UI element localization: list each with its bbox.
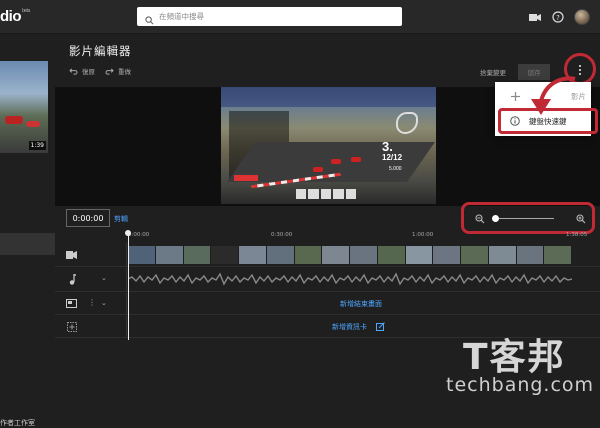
- hud-lap: 3.: [382, 139, 393, 154]
- svg-text:?: ?: [556, 14, 560, 22]
- watermark-en: techbang.com: [446, 374, 595, 396]
- plus-icon: [510, 91, 520, 101]
- sidebar: 1:39 作者工作室: [0, 35, 55, 427]
- playhead[interactable]: [128, 232, 129, 340]
- video-track: [55, 243, 600, 267]
- sidebar-item-editor[interactable]: [0, 233, 55, 255]
- timeline: 0:00:00 0:30:00 1:00:00 1:38:05 ⌄ ⋮ ⌄ 新增…: [55, 232, 600, 342]
- edit-icon[interactable]: [376, 322, 385, 331]
- current-time-field[interactable]: 0:00:00: [66, 209, 110, 227]
- ruler-label: 0:30:00: [271, 232, 293, 238]
- watermark: T客邦 techbang.com: [440, 328, 600, 400]
- music-note-icon: [66, 274, 77, 285]
- redo-icon: [105, 68, 114, 75]
- undo-icon: [69, 68, 78, 75]
- search-icon: [145, 10, 154, 29]
- discard-button[interactable]: 捨棄變更: [480, 67, 506, 77]
- curved-arrow-icon: [531, 76, 576, 115]
- video-clip[interactable]: [128, 246, 572, 264]
- add-end-screen-link[interactable]: 新增結束畫面: [340, 299, 382, 309]
- more-vert-icon[interactable]: ⋮: [88, 298, 96, 307]
- ruler-label: 1:38:05: [566, 232, 588, 238]
- timeline-ruler[interactable]: 0:00:00 0:30:00 1:00:00 1:38:05: [128, 232, 600, 242]
- zoom-out-icon: [475, 214, 485, 224]
- zoom-slider-handle[interactable]: [492, 215, 499, 222]
- hud-position: 12/12: [382, 153, 403, 162]
- video-track-icon: [66, 249, 77, 260]
- ruler-label: 1:00:00: [412, 232, 434, 238]
- logo-text: dio: [0, 8, 22, 25]
- add-info-card-link[interactable]: 新增資訊卡: [332, 322, 367, 332]
- redo-button[interactable]: 重做: [105, 66, 131, 76]
- zoom-slider-track[interactable]: [494, 218, 554, 219]
- zoom-in-icon: [576, 214, 586, 224]
- redo-label: 重做: [118, 68, 131, 76]
- search-input[interactable]: [159, 8, 389, 25]
- audio-waveform[interactable]: [128, 272, 572, 286]
- thumbnail-duration: 1:39: [28, 141, 46, 150]
- studio-logo[interactable]: diobeta: [0, 8, 30, 25]
- help-icon[interactable]: ?: [551, 10, 565, 24]
- search-box[interactable]: [137, 7, 402, 26]
- zoom-control[interactable]: [475, 213, 587, 225]
- playhead-handle[interactable]: [125, 230, 131, 236]
- info-card-icon: [66, 321, 77, 332]
- video-thumbnail[interactable]: 1:39: [0, 61, 48, 153]
- ruler-label: 0:00:00: [128, 232, 150, 238]
- end-screen-icon: [66, 298, 77, 309]
- create-video-icon[interactable]: [528, 10, 542, 24]
- video-frame: 3. 12/12 5.000: [221, 87, 436, 204]
- chevron-down-icon[interactable]: ⌄: [101, 274, 107, 282]
- undo-label: 復原: [82, 68, 95, 76]
- avatar[interactable]: [574, 9, 590, 25]
- end-screen-track: ⋮ ⌄ 新增結束畫面: [55, 293, 600, 315]
- page-title: 影片編輯器: [69, 44, 132, 58]
- sidebar-footer-link[interactable]: 作者工作室: [0, 418, 35, 428]
- watermark-cn: T客邦: [463, 337, 566, 378]
- top-bar: diobeta ?: [0, 0, 600, 34]
- hud-small: 5.000: [389, 166, 402, 172]
- logo-beta: beta: [22, 8, 30, 14]
- chevron-down-icon[interactable]: ⌄: [101, 299, 107, 307]
- cut-button[interactable]: 剪輯: [114, 214, 128, 224]
- audio-track: ⌄: [55, 268, 600, 292]
- undo-button[interactable]: 復原: [69, 66, 95, 76]
